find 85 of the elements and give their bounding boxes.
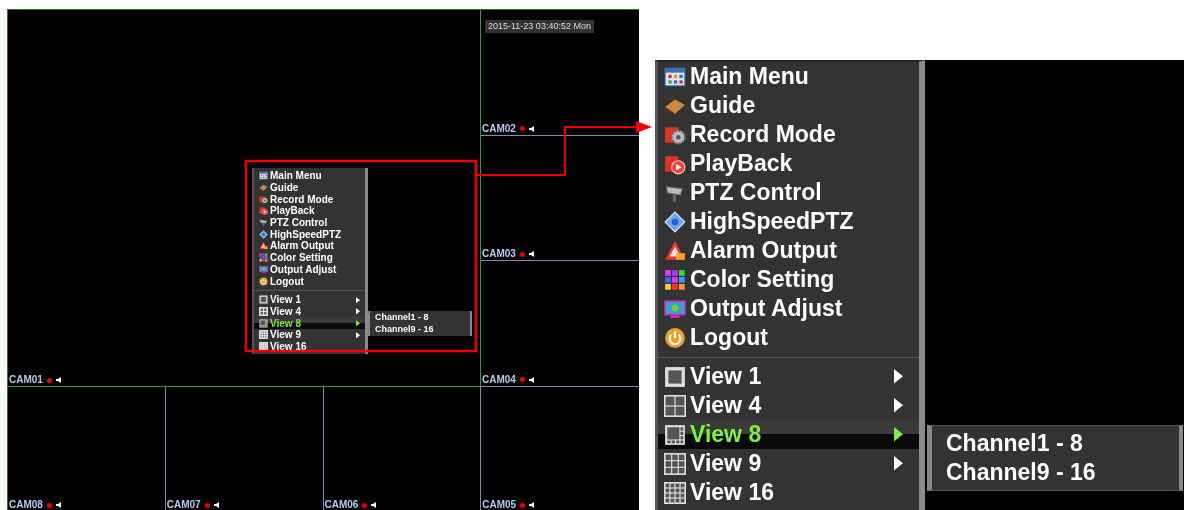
gear-icon: [259, 194, 268, 204]
menu-item[interactable]: Main Menu: [254, 170, 365, 182]
menu-item[interactable]: Alarm Output: [658, 236, 919, 265]
menu-item[interactable]: Record Mode: [254, 193, 365, 206]
speaker-icon: [528, 125, 534, 132]
camera-label: CAM02: [482, 123, 516, 134]
menu-item[interactable]: PlayBack: [658, 149, 919, 178]
sixteen-grid-icon: [664, 481, 686, 504]
window-icon: [259, 171, 268, 181]
record-dot-icon: [362, 502, 368, 508]
diamond-icon: [664, 210, 686, 233]
record-dot-icon: [46, 377, 52, 383]
monitor-icon: [259, 264, 268, 274]
record-dot-icon: [520, 502, 526, 508]
nine-grid-icon: [664, 452, 686, 475]
menu-item[interactable]: View 9: [254, 328, 365, 341]
single-pane-icon: [664, 365, 686, 388]
menu-item[interactable]: View 8: [658, 420, 919, 449]
camera-label: CAM04: [482, 375, 516, 385]
menu-item[interactable]: View 16: [658, 478, 919, 507]
camera-label: CAM01: [9, 375, 43, 385]
warning-icon: [664, 239, 686, 262]
layout-grid-icon: [259, 318, 268, 328]
menu-item[interactable]: View 8: [254, 317, 365, 329]
quad-grid-icon: [664, 394, 686, 417]
speaker-icon: [213, 502, 219, 508]
menu-item[interactable]: Guide: [658, 91, 919, 120]
speaker-icon: [528, 251, 534, 258]
timestamp: 2015-11-23 03:40:52 Mon: [485, 20, 594, 33]
menu-item[interactable]: HighSpeedPTZ: [254, 228, 365, 241]
nine-grid-icon: [259, 330, 268, 340]
submenu-item[interactable]: Channel9 - 16: [946, 458, 1179, 487]
camera-label: CAM05: [482, 500, 517, 510]
menu-item[interactable]: View 4: [658, 391, 919, 420]
menu-item[interactable]: Color Setting: [658, 265, 919, 294]
menu-item[interactable]: Color Setting: [254, 251, 365, 264]
menu-item[interactable]: PTZ Control: [254, 216, 365, 229]
camera-label: CAM03: [482, 249, 516, 260]
record-dot-icon: [204, 502, 210, 508]
layout-grid-icon: [664, 423, 686, 446]
menu-item[interactable]: View 9: [658, 449, 919, 478]
menu-item[interactable]: View 4: [254, 305, 365, 318]
diamond-icon: [259, 229, 268, 239]
color-grid-icon: [664, 268, 686, 291]
menu-item[interactable]: HighSpeedPTZ: [658, 207, 919, 236]
camera-icon: [259, 218, 268, 228]
menu-item[interactable]: Logout: [254, 275, 365, 287]
monitor-icon: [664, 297, 686, 320]
record-play-icon: [259, 206, 268, 216]
speaker-icon: [55, 377, 61, 383]
speaker-icon: [529, 502, 535, 508]
quad-grid-icon: [259, 306, 268, 316]
record-dot-icon: [46, 502, 52, 508]
menu-item[interactable]: Record Mode: [658, 120, 919, 149]
single-pane-icon: [259, 295, 268, 305]
menu-item[interactable]: View 16: [254, 340, 365, 353]
color-grid-icon: [259, 253, 268, 263]
camera-label: CAM08: [9, 500, 43, 510]
speaker-icon: [371, 502, 377, 508]
menu-item[interactable]: View 1: [254, 293, 365, 306]
menu-item[interactable]: Alarm Output: [254, 240, 365, 252]
sixteen-grid-icon: [259, 341, 268, 351]
power-icon: [664, 326, 686, 349]
menu-item[interactable]: Output Adjust: [254, 263, 365, 276]
camera-label: CAM06: [324, 500, 359, 510]
speaker-icon: [528, 377, 534, 383]
menu-item[interactable]: Logout: [658, 323, 919, 352]
camera-label: CAM07: [166, 500, 201, 510]
submenu-item[interactable]: Channel1 - 8: [375, 312, 470, 324]
menu-item[interactable]: PlayBack: [254, 205, 365, 217]
submenu-item[interactable]: Channel1 - 8: [946, 429, 1179, 458]
book-icon: [259, 183, 268, 193]
menu-item[interactable]: Guide: [254, 181, 365, 194]
window-icon: [664, 65, 686, 88]
speaker-icon: [55, 502, 61, 508]
menu-item[interactable]: Main Menu: [658, 62, 919, 91]
record-dot-icon: [519, 126, 525, 132]
submenu-item[interactable]: Channel9 - 16: [375, 323, 470, 335]
warning-icon: [259, 241, 268, 251]
menu-item[interactable]: Output Adjust: [658, 294, 919, 323]
record-dot-icon: [519, 377, 525, 383]
record-dot-icon: [519, 251, 525, 257]
menu-item[interactable]: PTZ Control: [658, 178, 919, 207]
power-icon: [259, 276, 268, 286]
menu-item[interactable]: View 1: [658, 362, 919, 391]
